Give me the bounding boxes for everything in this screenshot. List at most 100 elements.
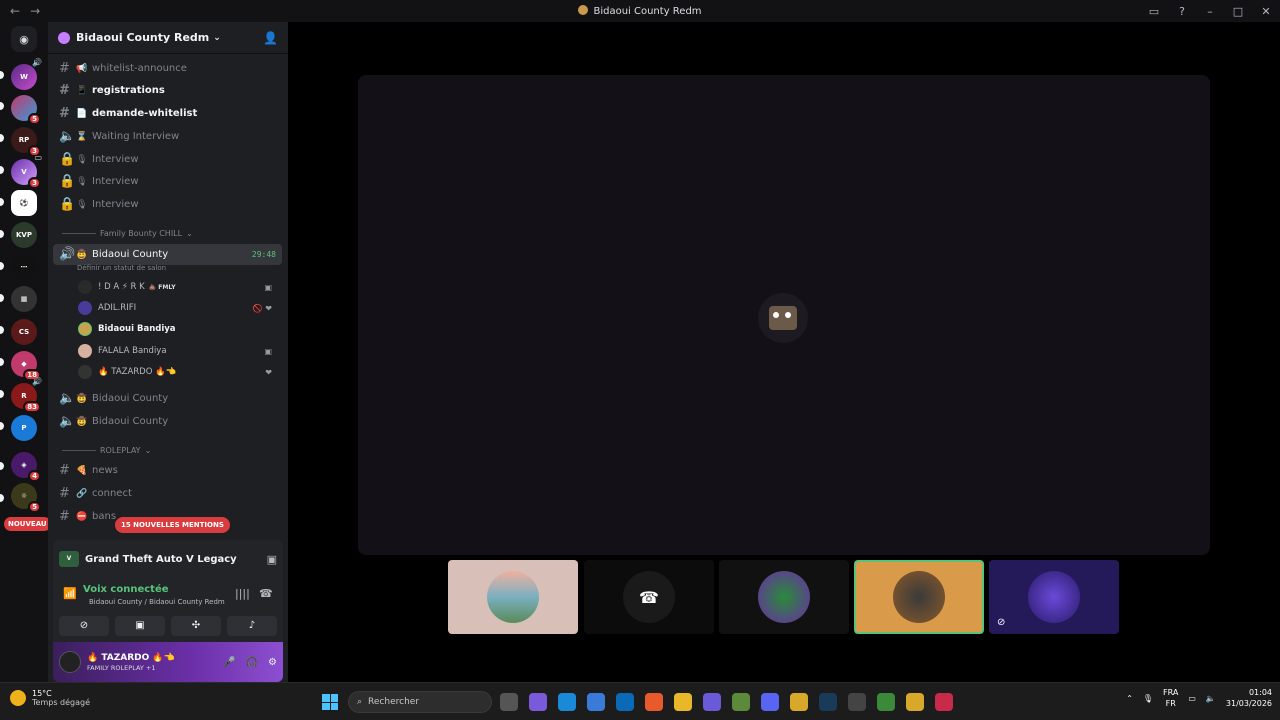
focused-video-tile[interactable] [358, 75, 1210, 555]
teams-icon[interactable] [703, 693, 721, 711]
close-button[interactable]: ✕ [1252, 5, 1280, 18]
channel-status[interactable]: Définir un statut de salon [77, 264, 166, 272]
voice-location[interactable]: Bidaoui County / Bidaoui County Redm [89, 598, 225, 606]
muted-deafened-icons: 🚫 ❤ [252, 303, 272, 313]
server-icon[interactable]: ⋯ [11, 254, 37, 280]
voice-member[interactable]: FALALA Bandiya ▣ [78, 342, 278, 360]
participant-tile[interactable] [719, 560, 849, 634]
voice-member[interactable]: Bidaoui Bandiya [78, 320, 278, 338]
voice-channel[interactable]: 🔈 🤠 Bidaoui County [53, 411, 282, 432]
app-icon[interactable] [935, 693, 953, 711]
app-icon[interactable] [732, 693, 750, 711]
chevron-up-icon[interactable]: ⌃ [1126, 694, 1133, 703]
app-icon[interactable] [848, 693, 866, 711]
server-icon[interactable]: ☼ 5 [11, 483, 41, 513]
back-icon[interactable]: ← [10, 4, 20, 18]
avatar[interactable] [59, 651, 81, 673]
chrome-icon[interactable] [906, 693, 924, 711]
channel-demande-whitelist[interactable]: # 📄 demande-whitelist [53, 103, 282, 124]
edge-icon[interactable] [558, 693, 576, 711]
channel-connect[interactable]: # 🔗 connect [53, 483, 282, 504]
new-badge[interactable]: NOUVEAU [4, 517, 51, 531]
task-view-icon[interactable] [500, 693, 518, 711]
inbox-icon[interactable]: ▭ [1140, 5, 1168, 18]
maximize-button[interactable]: □ [1224, 5, 1252, 18]
app-icon[interactable] [877, 693, 895, 711]
network-icon[interactable]: ▭ [1188, 694, 1196, 703]
invite-people-icon[interactable]: 👤 [263, 31, 278, 45]
search-icon: ⌕ [357, 697, 363, 707]
server-icon[interactable]: RP 3 [11, 127, 41, 157]
weather-widget[interactable]: 15°C Temps dégagé [10, 689, 90, 707]
avatar [1028, 571, 1080, 623]
forward-icon[interactable]: → [30, 4, 40, 18]
server-icon[interactable]: ◈ 4 [11, 452, 41, 482]
unread-pill [0, 462, 4, 470]
unread-pill [0, 71, 4, 79]
server-header[interactable]: Bidaoui County Redm ⌄ 👤 [48, 22, 288, 54]
server-icon[interactable]: W 🔊 [11, 58, 42, 90]
server-icon[interactable]: V 3 ▭ [11, 153, 42, 189]
participant-tile[interactable]: ⊘ [989, 560, 1119, 634]
store-icon[interactable] [587, 693, 605, 711]
voice-member[interactable]: 🔥 TAZARDO 🔥👈 ❤ [78, 363, 278, 381]
participant-tile-speaking[interactable] [854, 560, 984, 634]
voice-channel[interactable]: 🔈 🤠 Bidaoui County [53, 388, 282, 409]
unread-pill [0, 494, 4, 502]
windows-taskbar: 15°C Temps dégagé ⌕ Rechercher ⌃ 🎙 FRA FR ▭… [0, 682, 1280, 720]
participant-tile[interactable]: ☎ [584, 560, 714, 634]
voice-member[interactable]: ADIL.RIFI 🚫 ❤ [78, 299, 278, 317]
headset-icon[interactable]: 🎧 [246, 657, 258, 668]
category-roleplay[interactable]: ROLEPLAY ⌄ [62, 446, 151, 455]
voice-channel-active[interactable]: 🔊 🤠 Bidaoui County 29:48 [53, 244, 282, 265]
start-button[interactable] [322, 694, 338, 710]
server-icon[interactable]: KVP [11, 222, 37, 248]
brave-icon[interactable] [645, 693, 663, 711]
chevron-down-icon: ⌄ [213, 32, 221, 43]
voice-channel-interview[interactable]: 🔒 🎙 Interview [53, 171, 282, 192]
minimize-button[interactable]: – [1196, 5, 1224, 18]
noise-suppression-icon[interactable]: |||| [235, 587, 250, 600]
volume-icon[interactable]: 🔈 [1206, 694, 1216, 703]
language-indicator[interactable]: FRA FR [1163, 687, 1178, 709]
screen-share-button[interactable]: ▣ [115, 616, 165, 636]
taskbar-search[interactable]: ⌕ Rechercher [348, 691, 492, 713]
microphone-icon[interactable]: 🎤 [223, 657, 235, 668]
server-icon-football[interactable]: ⚽ [11, 190, 37, 216]
microphone-icon[interactable]: 🎙 [1143, 694, 1153, 703]
voice-member[interactable]: ! D A ⚡ R K 💩 FMLY ▣ [78, 278, 278, 296]
outlook-icon[interactable] [616, 693, 634, 711]
voice-channel-interview[interactable]: 🔒 🎙 Interview [53, 194, 282, 215]
steam-icon[interactable] [819, 693, 837, 711]
channel-registrations[interactable]: # 📱 registrations [53, 80, 282, 101]
clock[interactable]: 01:04 31/03/2026 [1226, 687, 1272, 709]
screen-share-icon[interactable]: ▣ [267, 553, 277, 566]
chrome-icon[interactable] [790, 693, 808, 711]
voice-channel-interview[interactable]: 🔒 🎙 Interview [53, 149, 282, 170]
copilot-icon[interactable] [529, 693, 547, 711]
server-icon[interactable]: ▦ [11, 286, 37, 312]
server-rail: ◉ W 🔊 5 RP 3 V 3 ▭ ⚽ KVP ⋯ ▦ CS ◆ 18 R 83 🔊 P ◈… [0, 22, 48, 682]
channel-news[interactable]: # 🍕 news [53, 460, 282, 481]
server-icon[interactable]: P [11, 415, 37, 441]
server-icon[interactable]: CS [11, 319, 37, 345]
server-icon[interactable]: ◆ 18 [11, 351, 41, 381]
category-family[interactable]: Family Bounty CHILL ⌄ [62, 229, 193, 238]
mentions-badge[interactable]: 15 NOUVELLES MENTIONS [115, 517, 230, 533]
server-icon[interactable]: R 83 🔊 [11, 377, 42, 413]
activities-button[interactable]: ✣ [171, 616, 221, 636]
soundboard-button[interactable]: ♪ [227, 616, 277, 636]
server-icon[interactable]: 5 [11, 95, 41, 125]
disconnect-icon[interactable]: ☎ [259, 587, 273, 600]
file-explorer-icon[interactable] [674, 693, 692, 711]
camera-off-button[interactable]: ⊘ [59, 616, 109, 636]
hash-icon: # [59, 61, 70, 76]
discord-icon[interactable] [761, 693, 779, 711]
participant-tile[interactable] [448, 560, 578, 634]
gear-icon[interactable]: ⚙ [268, 657, 277, 668]
discord-home-icon[interactable]: ◉ [11, 26, 37, 52]
voice-channel-waiting[interactable]: 🔈 ⌛ Waiting Interview [53, 126, 282, 147]
help-icon[interactable]: ? [1168, 5, 1196, 18]
activity-panel[interactable]: V Grand Theft Auto V Legacy ▣ [53, 540, 283, 578]
channel-whitelist-announce[interactable]: # 📢 whitelist-announce [53, 58, 282, 79]
